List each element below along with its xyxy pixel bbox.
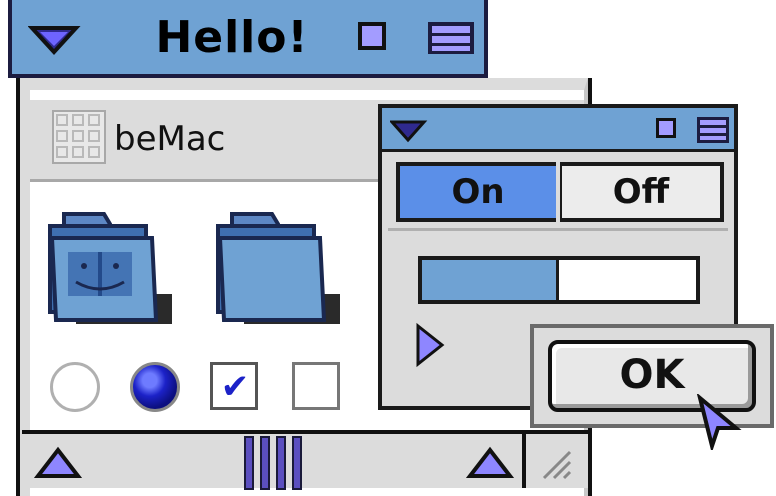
window-title: Hello! — [155, 12, 309, 63]
checkbox-unchecked[interactable] — [292, 362, 340, 410]
dialog-zoom-box-icon[interactable] — [656, 118, 676, 138]
dialog-separator — [388, 228, 728, 231]
horizontal-scrollbar[interactable] — [22, 430, 526, 490]
cursor-arrow-icon — [696, 394, 742, 450]
checkbox-checked[interactable]: ✔ — [210, 362, 258, 410]
resize-grip-icon[interactable] — [526, 430, 588, 488]
dialog-windowshade-icon[interactable] — [696, 116, 732, 146]
header-title: beMac — [114, 119, 226, 159]
windowshade-icon[interactable] — [426, 20, 478, 58]
checkmark-icon: ✔ — [220, 367, 250, 407]
scroll-right-arrow-icon[interactable] — [466, 442, 514, 482]
zoom-box-icon[interactable] — [358, 22, 386, 50]
scroll-thumb[interactable] — [244, 436, 304, 490]
folder-icon[interactable] — [214, 208, 340, 326]
radio-selected[interactable] — [130, 362, 180, 412]
progress-fill — [422, 260, 559, 300]
collapse-triangle-icon[interactable] — [28, 22, 84, 62]
progress-bar — [418, 256, 700, 304]
disclosure-triangle-icon[interactable] — [414, 322, 446, 368]
scroll-left-arrow-icon[interactable] — [34, 442, 82, 482]
dialog-titlebar[interactable] — [382, 108, 734, 152]
dialog-collapse-triangle-icon[interactable] — [390, 118, 430, 144]
segment-off-button[interactable]: Off — [560, 162, 724, 222]
main-titlebar[interactable]: Hello! — [8, 0, 488, 78]
grid-icon — [52, 110, 106, 164]
finder-folder-icon[interactable] — [46, 208, 172, 326]
radio-unselected[interactable] — [50, 362, 100, 412]
segment-on-button[interactable]: On — [396, 162, 556, 222]
